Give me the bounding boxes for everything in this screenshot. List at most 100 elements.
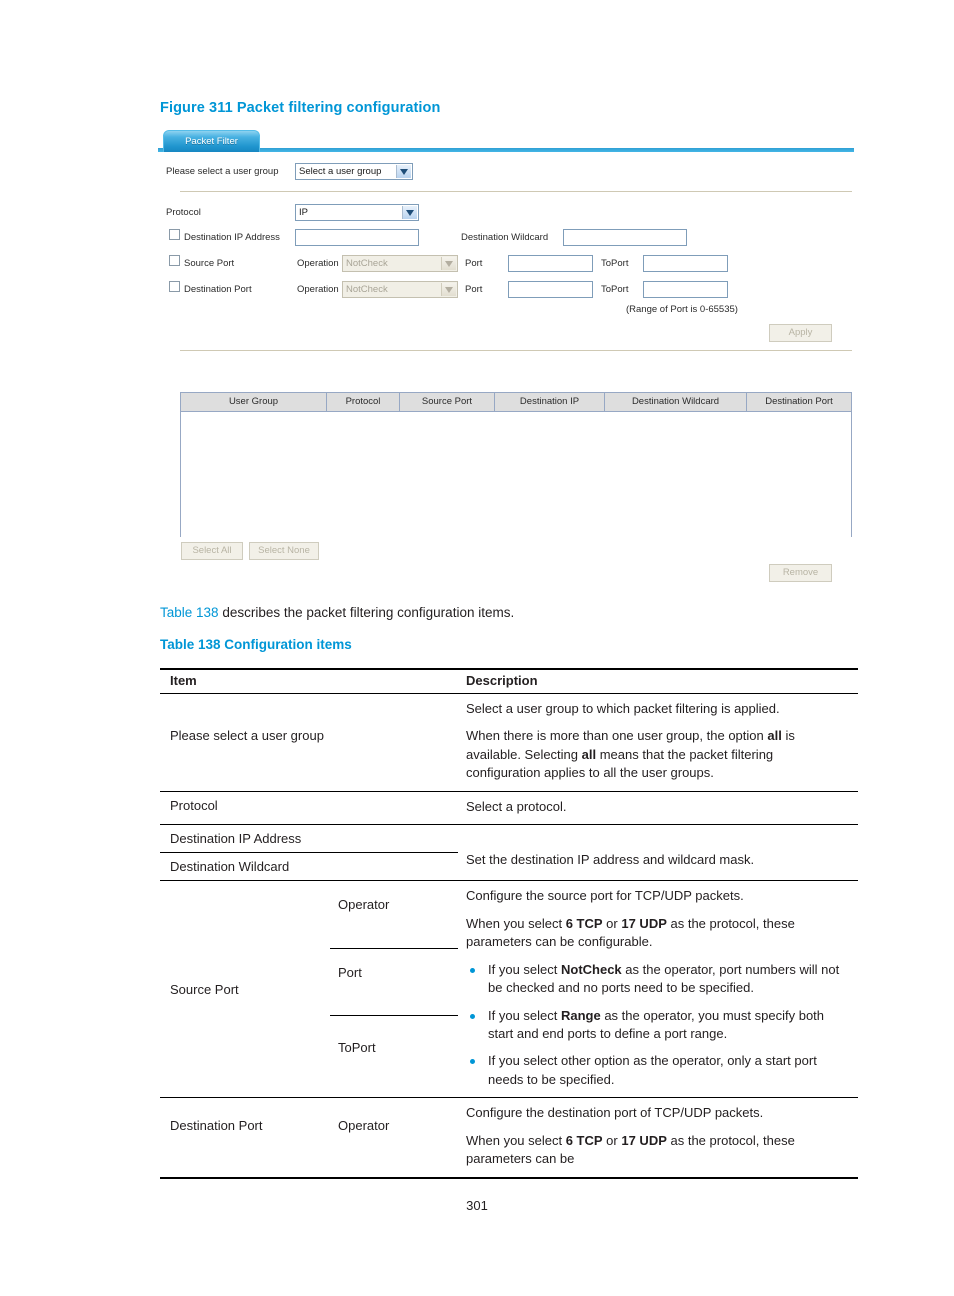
destination-wildcard-row: Destination Wildcard xyxy=(461,228,548,248)
doc-row-destination-port: Destination Port Operator Configure the … xyxy=(160,1097,858,1178)
doc-subitem-source-port: Port xyxy=(330,947,458,1016)
source-port-field-label: Port xyxy=(465,258,483,269)
document-page: Figure 311 Packet filtering configuratio… xyxy=(0,0,954,1296)
configuration-items-table: Item Description Please select a user gr… xyxy=(160,668,858,1179)
doc-desc-source-port: Configure the source port for TCP/UDP pa… xyxy=(458,881,858,1098)
table-caption: Table 138 Configuration items xyxy=(160,637,352,652)
doc-item-destination-port: Destination Port xyxy=(170,1118,263,1134)
source-toport-label-wrap: ToPort xyxy=(601,254,628,274)
doc-desc-user-group-p1: Select a user group to which packet filt… xyxy=(466,701,780,716)
txt-bold-6tcp: 6 TCP xyxy=(565,1132,603,1148)
txt: If you select xyxy=(488,1007,561,1023)
txt: or xyxy=(602,1132,622,1148)
doc-item-source-port: Source Port xyxy=(170,981,239,997)
doc-desc-destination-port-p1: Configure the destination port of TCP/UD… xyxy=(466,1105,764,1121)
user-group-select[interactable]: Select a user group xyxy=(295,163,413,180)
user-group-label: Please select a user group xyxy=(166,166,279,177)
doc-desc-user-group: Select a user group to which packet filt… xyxy=(458,694,858,792)
form-divider-top xyxy=(180,191,852,192)
dest-toport-label-wrap: ToPort xyxy=(601,280,628,300)
column-header-destination-ip[interactable]: Destination IP xyxy=(495,393,605,411)
dest-toport-label: ToPort xyxy=(601,284,629,295)
doc-row-source-port-operator: Source Port Operator Configure the sourc… xyxy=(160,880,858,1087)
txt-bold-range: Range xyxy=(560,1007,601,1023)
table-intro-paragraph: Table 138 describes the packet filtering… xyxy=(160,605,514,620)
destination-ip-checkbox[interactable] xyxy=(169,229,180,240)
source-operation-value: NotCheck xyxy=(346,258,388,269)
source-operation-label-wrap: Operation xyxy=(297,254,339,274)
table-reference-link[interactable]: Table 138 xyxy=(160,605,219,620)
packet-filter-screenshot: Packet Filter Please select a user group… xyxy=(158,128,854,583)
destination-wildcard-label: Destination Wildcard xyxy=(461,232,549,243)
txt: When there is more than one user group, … xyxy=(466,728,768,744)
destination-ip-label: Destination IP Address xyxy=(184,232,280,243)
source-operation-select[interactable]: NotCheck xyxy=(342,255,458,272)
packet-filter-rules-table: User Group Protocol Source Port Destinat… xyxy=(180,392,852,538)
source-port-checkbox[interactable] xyxy=(169,255,180,266)
column-header-source-port[interactable]: Source Port xyxy=(400,393,495,411)
txt: When you select xyxy=(466,1132,566,1148)
doc-subitem-destination-operator: Operator xyxy=(338,1118,390,1134)
source-port-input[interactable] xyxy=(508,255,593,272)
chevron-down-icon xyxy=(441,257,456,270)
txt-bold-notcheck: NotCheck xyxy=(560,961,622,977)
txt: When you select xyxy=(466,915,566,931)
doc-row-destination-ip: Destination IP Address Set the destinati… xyxy=(160,824,858,867)
port-range-hint: (Range of Port is 0-65535) xyxy=(626,304,738,315)
doc-table-header-row: Item Description xyxy=(160,669,858,694)
txt-bold-all-2: all xyxy=(581,746,597,762)
form-divider-bottom xyxy=(180,350,852,351)
dest-port-field-label-wrap: Port xyxy=(465,280,482,300)
source-toport-input[interactable] xyxy=(643,255,728,272)
txt: or xyxy=(602,915,622,931)
figure-caption: Figure 311 Packet filtering configuratio… xyxy=(160,100,441,116)
doc-desc-source-port-p2: When you select 6 TCP or 17 UDP as the p… xyxy=(466,915,850,952)
remove-button[interactable]: Remove xyxy=(769,564,832,582)
protocol-select[interactable]: IP xyxy=(295,204,419,221)
tab-packet-filter[interactable]: Packet Filter xyxy=(163,130,260,152)
dest-operation-label-wrap: Operation xyxy=(297,280,339,300)
protocol-select-value: IP xyxy=(299,207,308,218)
user-group-select-value: Select a user group xyxy=(299,166,382,177)
dest-toport-input[interactable] xyxy=(643,281,728,298)
chevron-down-icon xyxy=(402,206,417,219)
page-number: 301 xyxy=(466,1198,488,1213)
destination-ip-row: Destination IP Address xyxy=(184,228,280,248)
doc-item-destination-ip: Destination IP Address xyxy=(170,831,302,847)
apply-button[interactable]: Apply xyxy=(769,324,832,342)
source-toport-label: ToPort xyxy=(601,258,629,269)
doc-desc-user-group-p2: When there is more than one user group, … xyxy=(466,727,850,782)
list-item: If you select other option as the operat… xyxy=(466,1052,850,1089)
doc-item-protocol: Protocol xyxy=(170,797,218,813)
protocol-label: Protocol xyxy=(166,207,201,218)
column-header-user-group[interactable]: User Group xyxy=(181,393,327,411)
doc-header-item: Item xyxy=(170,673,197,688)
txt-bold-17udp: 17 UDP xyxy=(621,915,667,931)
column-header-protocol[interactable]: Protocol xyxy=(327,393,400,411)
list-item: If you select Range as the operator, you… xyxy=(466,1007,850,1044)
txt-bold-6tcp: 6 TCP xyxy=(565,915,603,931)
list-item: If you select NotCheck as the operator, … xyxy=(466,961,850,998)
select-all-button[interactable]: Select All xyxy=(181,542,243,560)
chevron-down-icon xyxy=(441,283,456,296)
select-none-button[interactable]: Select None xyxy=(249,542,319,560)
destination-port-checkbox[interactable] xyxy=(169,281,180,292)
txt-bold-all-1: all xyxy=(767,728,782,744)
doc-row-protocol: Protocol Select a protocol. xyxy=(160,791,858,824)
doc-desc-source-port-p1: Configure the source port for TCP/UDP pa… xyxy=(466,888,744,904)
chevron-down-icon xyxy=(396,165,411,178)
doc-desc-destination-port: Configure the destination port of TCP/UD… xyxy=(458,1098,858,1178)
destination-ip-input[interactable] xyxy=(295,229,419,246)
dest-port-input[interactable] xyxy=(508,281,593,298)
doc-row-user-group: Please select a user group Select a user… xyxy=(160,694,858,792)
dest-operation-select[interactable]: NotCheck xyxy=(342,281,458,298)
column-header-destination-wildcard[interactable]: Destination Wildcard xyxy=(605,393,747,411)
destination-wildcard-input[interactable] xyxy=(563,229,687,246)
source-port-row: Source Port xyxy=(184,254,234,274)
table-header-row: User Group Protocol Source Port Destinat… xyxy=(181,393,851,412)
doc-desc-protocol-text: Select a protocol. xyxy=(466,798,567,814)
column-header-destination-port[interactable]: Destination Port xyxy=(747,393,851,411)
doc-header-description: Description xyxy=(466,673,538,688)
doc-item-user-group: Please select a user group xyxy=(170,728,324,743)
doc-item-destination-wildcard: Destination Wildcard xyxy=(160,852,458,881)
